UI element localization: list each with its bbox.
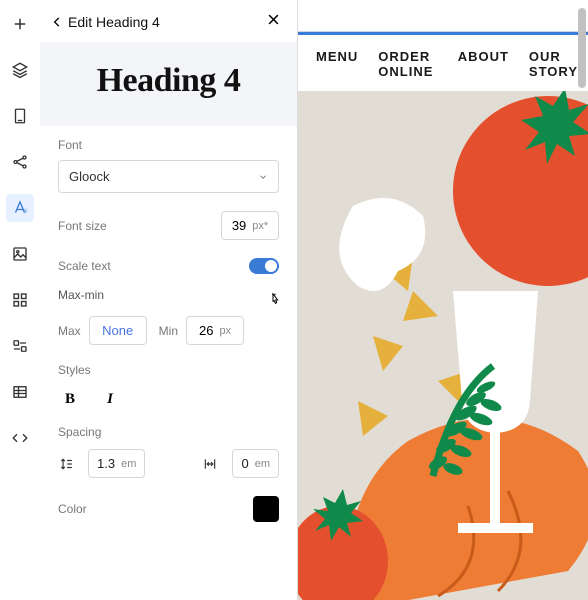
chevron-down-icon bbox=[258, 172, 268, 182]
line-height-icon bbox=[58, 456, 74, 472]
min-label: Min bbox=[159, 324, 178, 338]
color-swatch[interactable] bbox=[253, 496, 279, 522]
hero-illustration bbox=[298, 91, 588, 600]
site-nav: MENU ORDER ONLINE ABOUT OUR STORY bbox=[298, 35, 588, 91]
bold-button[interactable]: B bbox=[58, 387, 82, 411]
color-label: Color bbox=[58, 502, 87, 516]
max-label: Max bbox=[58, 324, 81, 338]
line-height-input[interactable]: 1.3 em bbox=[88, 449, 145, 478]
image-icon[interactable] bbox=[6, 240, 34, 268]
nav-order-online[interactable]: ORDER ONLINE bbox=[378, 49, 437, 79]
left-icon-rail bbox=[0, 0, 40, 600]
font-select[interactable]: Gloock bbox=[58, 160, 279, 193]
font-size-input[interactable]: 39 px* bbox=[221, 211, 279, 240]
min-input[interactable]: 26 px bbox=[186, 316, 244, 345]
scale-text-toggle[interactable] bbox=[249, 258, 279, 274]
nav-our-story[interactable]: OUR STORY bbox=[529, 49, 578, 79]
settings-sliders-icon[interactable] bbox=[6, 332, 34, 360]
font-size-label: Font size bbox=[58, 219, 107, 233]
edit-panel: Edit Heading 4 Heading 4 Font Gloock Fon… bbox=[40, 0, 298, 600]
scrollbar-thumb[interactable] bbox=[578, 8, 586, 88]
line-height-unit: em bbox=[121, 458, 136, 470]
share-icon[interactable] bbox=[6, 148, 34, 176]
italic-button[interactable]: I bbox=[98, 387, 122, 411]
min-unit: px bbox=[219, 325, 231, 337]
canvas-area: MENU ORDER ONLINE ABOUT OUR STORY bbox=[298, 0, 588, 600]
font-size-value: 39 bbox=[232, 218, 246, 233]
layers-icon[interactable] bbox=[6, 56, 34, 84]
close-button[interactable] bbox=[266, 12, 281, 32]
apps-icon[interactable] bbox=[6, 286, 34, 314]
scale-text-label: Scale text bbox=[58, 259, 111, 273]
nav-menu[interactable]: MENU bbox=[316, 49, 358, 79]
letter-spacing-icon bbox=[202, 456, 218, 472]
max-value: None bbox=[102, 323, 133, 338]
preview-text: Heading 4 bbox=[50, 62, 287, 100]
page-icon[interactable] bbox=[6, 102, 34, 130]
scale-mode-value: Max-min bbox=[58, 288, 104, 302]
font-size-unit: px* bbox=[252, 220, 268, 232]
spacing-label: Spacing bbox=[58, 425, 279, 439]
line-height-value: 1.3 bbox=[97, 456, 115, 471]
code-icon[interactable] bbox=[6, 424, 34, 452]
add-icon[interactable] bbox=[6, 10, 34, 38]
back-button[interactable]: Edit Heading 4 bbox=[50, 14, 160, 30]
letter-spacing-value: 0 bbox=[241, 456, 248, 471]
min-value: 26 bbox=[199, 323, 213, 338]
text-style-icon[interactable] bbox=[6, 194, 34, 222]
letter-spacing-unit: em bbox=[255, 458, 270, 470]
panel-title: Edit Heading 4 bbox=[68, 14, 160, 30]
heading-preview: Heading 4 bbox=[40, 42, 297, 126]
scale-mode-select[interactable]: Max-min bbox=[58, 288, 279, 302]
scrollbar[interactable] bbox=[578, 4, 586, 596]
font-label: Font bbox=[58, 138, 279, 152]
font-value: Gloock bbox=[69, 169, 109, 184]
styles-label: Styles bbox=[58, 363, 279, 377]
max-input[interactable]: None bbox=[89, 316, 147, 345]
canvas-topbar bbox=[298, 0, 588, 32]
nav-about[interactable]: ABOUT bbox=[458, 49, 509, 79]
letter-spacing-input[interactable]: 0 em bbox=[232, 449, 279, 478]
table-icon[interactable] bbox=[6, 378, 34, 406]
caret-down-icon bbox=[269, 290, 279, 300]
